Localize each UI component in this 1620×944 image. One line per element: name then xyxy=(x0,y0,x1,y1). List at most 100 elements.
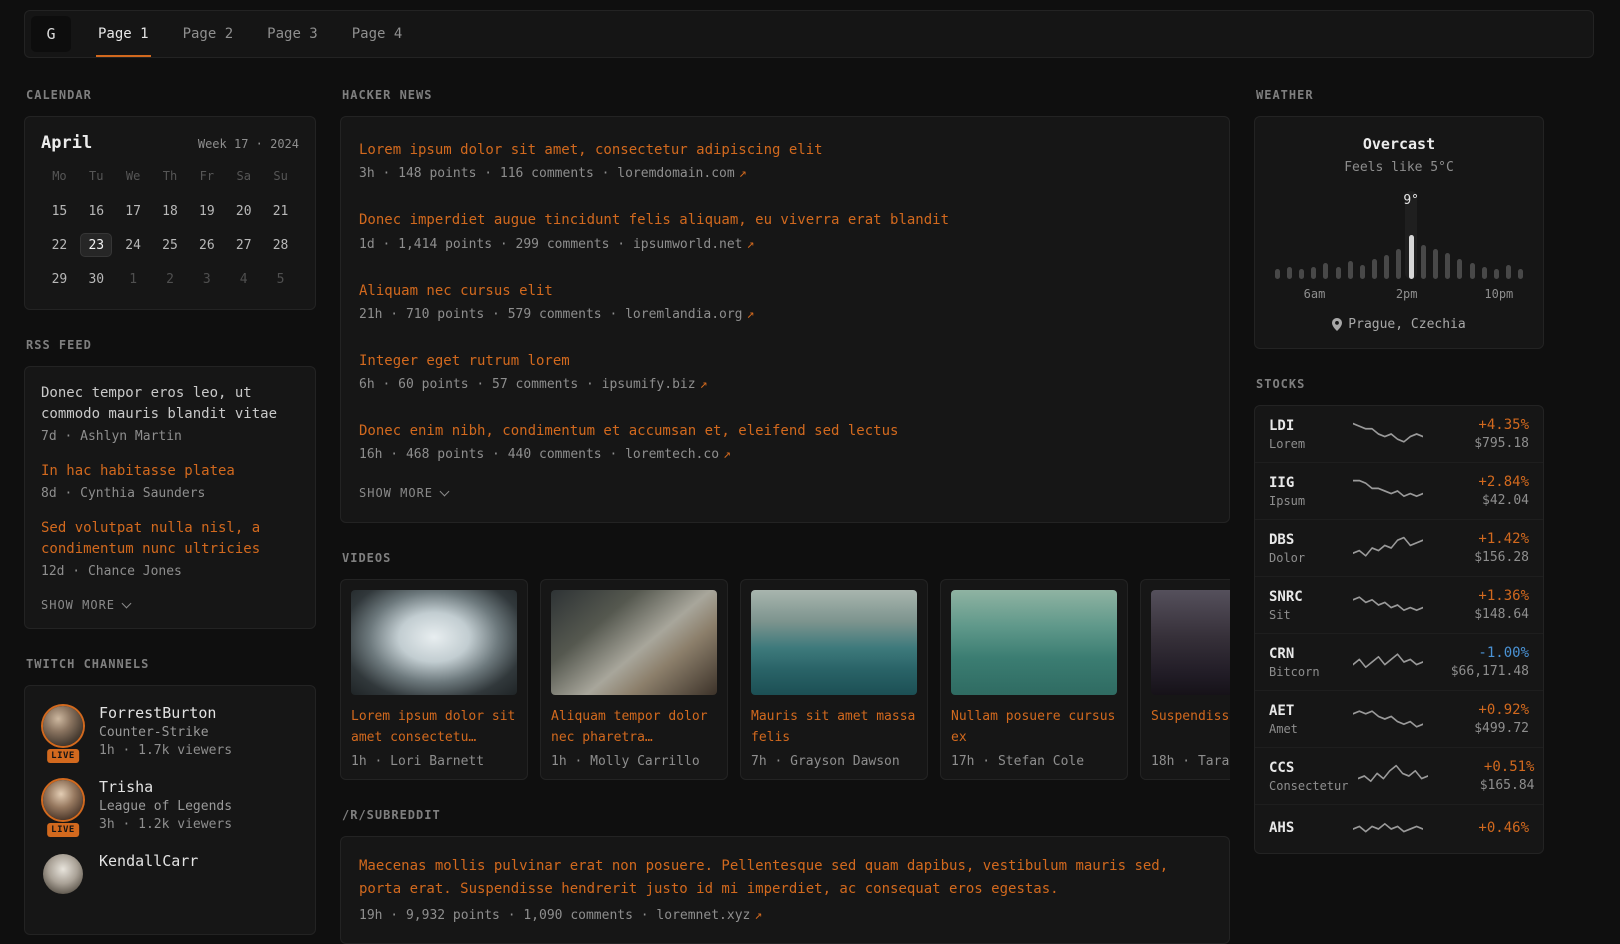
hn-headline-link[interactable]: Aliquam nec cursus elit xyxy=(359,281,1211,301)
video-thumbnail[interactable] xyxy=(1151,590,1230,695)
video-card[interactable]: Mauris sit amet massa felis 7h · Grayson… xyxy=(740,579,928,780)
chevron-down-icon xyxy=(440,487,450,497)
video-meta: 1h · Molly Carrillo xyxy=(551,754,717,769)
video-thumbnail[interactable] xyxy=(951,590,1117,695)
hn-headline-link[interactable]: Donec enim nibh, condimentum et accumsan… xyxy=(359,421,1211,441)
calendar-day[interactable]: 30 xyxy=(80,267,112,291)
weather-bar-column xyxy=(1490,191,1502,279)
hn-headline-link[interactable]: Lorem ipsum dolor sit amet, consectetur … xyxy=(359,140,1211,160)
page-tab[interactable]: Page 4 xyxy=(335,11,420,57)
videos-widget-title: VIDEOS xyxy=(342,551,1230,565)
calendar-day[interactable]: 20 xyxy=(228,199,260,223)
calendar-day[interactable]: 23 xyxy=(80,233,112,257)
calendar-day[interactable]: 16 xyxy=(80,199,112,223)
stock-row[interactable]: AHS +0.46% xyxy=(1255,804,1543,853)
post-domain-link[interactable]: loremnet.xyz↗ xyxy=(656,908,762,923)
video-title-link[interactable]: Lorem ipsum dolor sit amet consectetu… xyxy=(351,707,517,747)
calendar-day[interactable]: 4 xyxy=(228,267,260,291)
channel-name[interactable]: Trisha xyxy=(99,778,232,796)
page-tab[interactable]: Page 1 xyxy=(81,11,166,57)
calendar-day[interactable]: 22 xyxy=(43,233,75,257)
rss-widget-title: RSS FEED xyxy=(26,338,316,352)
calendar-day[interactable]: 5 xyxy=(265,267,297,291)
rss-show-more-button[interactable]: SHOW MORE xyxy=(41,596,130,614)
calendar-day[interactable]: 19 xyxy=(191,199,223,223)
app-logo[interactable]: G xyxy=(31,16,71,52)
stock-price: $148.64 xyxy=(1433,607,1529,622)
calendar-day[interactable]: 18 xyxy=(154,199,186,223)
video-thumbnail[interactable] xyxy=(351,590,517,695)
calendar-day[interactable]: 21 xyxy=(265,199,297,223)
post-headline-link[interactable]: Maecenas mollis pulvinar erat non posuer… xyxy=(359,855,1211,900)
video-card[interactable]: Nullam posuere cursus ex 17h · Stefan Co… xyxy=(940,579,1128,780)
calendar-day[interactable]: 24 xyxy=(117,233,149,257)
calendar-day[interactable]: 2 xyxy=(154,267,186,291)
calendar-day[interactable]: 17 xyxy=(117,199,149,223)
video-title-link[interactable]: Nullam posuere cursus ex xyxy=(951,707,1117,747)
calendar-day[interactable]: 27 xyxy=(228,233,260,257)
hn-domain-link[interactable]: ipsumworld.net↗ xyxy=(633,237,754,252)
live-badge: LIVE xyxy=(47,749,79,763)
video-title-link[interactable]: Suspendisse diam xyxy=(1151,707,1230,747)
calendar-widget: CALENDAR April Week 17 · 2024 MoTuWeThFr… xyxy=(24,88,316,310)
hackernews-show-more-button[interactable]: SHOW MORE xyxy=(359,484,448,502)
twitch-channel-row[interactable]: LIVE Trisha League of Legends 3h · 1.2k … xyxy=(41,778,299,832)
calendar-day[interactable]: 15 xyxy=(43,199,75,223)
calendar-day[interactable]: 29 xyxy=(43,267,75,291)
hn-domain-link[interactable]: loremdomain.com↗ xyxy=(617,166,746,181)
weather-bar-column xyxy=(1478,191,1490,279)
weather-bar xyxy=(1433,249,1438,279)
video-title-link[interactable]: Mauris sit amet massa felis xyxy=(751,707,917,747)
weather-card: Overcast Feels like 5°C 9° xyxy=(1254,116,1544,349)
video-card[interactable]: Suspendisse diam 18h · Tara xyxy=(1140,579,1230,780)
weather-time-label: 10pm xyxy=(1484,287,1513,301)
hn-domain-link[interactable]: loremlandia.org↗ xyxy=(625,307,754,322)
stock-values: +1.36% $148.64 xyxy=(1433,588,1529,622)
twitch-channel-row[interactable]: KendallCarr xyxy=(41,852,299,896)
hn-headline-link[interactable]: Donec imperdiet augue tincidunt felis al… xyxy=(359,210,1211,230)
rss-widget: RSS FEED Donec tempor eros leo, ut commo… xyxy=(24,338,316,629)
stock-row[interactable]: CCS Consectetur +0.51% $165.84 xyxy=(1255,747,1543,804)
video-thumbnail[interactable] xyxy=(551,590,717,695)
page-tab[interactable]: Page 3 xyxy=(250,11,335,57)
subreddit-widget-title: /R/SUBREDDIT xyxy=(342,808,1230,822)
stock-row[interactable]: CRN Bitcorn -1.00% $66,171.48 xyxy=(1255,633,1543,690)
calendar-day[interactable]: 26 xyxy=(191,233,223,257)
stock-sparkline xyxy=(1353,706,1423,732)
calendar-day[interactable]: 3 xyxy=(191,267,223,291)
page-tab[interactable]: Page 2 xyxy=(166,11,251,57)
twitch-channel-row[interactable]: LIVE ForrestBurton Counter-Strike 1h · 1… xyxy=(41,704,299,758)
calendar-day[interactable]: 28 xyxy=(265,233,297,257)
calendar-month: April xyxy=(41,133,92,153)
video-thumbnail[interactable] xyxy=(751,590,917,695)
hn-domain-link[interactable]: ipsumify.biz↗ xyxy=(602,377,708,392)
stock-values: +1.42% $156.28 xyxy=(1433,531,1529,565)
rss-headline-link[interactable]: Sed volutpat nulla nisl, a condimentum n… xyxy=(41,518,299,560)
video-title-link[interactable]: Aliquam tempor dolor nec pharetra… xyxy=(551,707,717,747)
calendar-day[interactable]: 1 xyxy=(117,267,149,291)
stock-row[interactable]: IIG Ipsum +2.84% $42.04 xyxy=(1255,462,1543,519)
hn-meta-text: 1d · 1,414 points · 299 comments · xyxy=(359,237,633,252)
stock-row[interactable]: LDI Lorem +4.35% $795.18 xyxy=(1255,406,1543,462)
video-card[interactable]: Lorem ipsum dolor sit amet consectetu… 1… xyxy=(340,579,528,780)
hn-domain-link[interactable]: loremtech.co↗ xyxy=(625,447,731,462)
stock-price: $499.72 xyxy=(1433,721,1529,736)
calendar-day[interactable]: 25 xyxy=(154,233,186,257)
stock-values: -1.00% $66,171.48 xyxy=(1433,645,1529,679)
weather-feels-like: Feels like 5°C xyxy=(1271,160,1527,175)
stock-row[interactable]: DBS Dolor +1.42% $156.28 xyxy=(1255,519,1543,576)
chevron-down-icon xyxy=(122,599,132,609)
channel-name[interactable]: ForrestBurton xyxy=(99,704,232,722)
stock-row[interactable]: SNRC Sit +1.36% $148.64 xyxy=(1255,576,1543,633)
video-card[interactable]: Aliquam tempor dolor nec pharetra… 1h · … xyxy=(540,579,728,780)
hn-headline-link[interactable]: Integer eget rutrum lorem xyxy=(359,351,1211,371)
rss-headline-link[interactable]: In hac habitasse platea xyxy=(41,461,299,482)
channel-name[interactable]: KendallCarr xyxy=(99,852,198,870)
show-more-label: SHOW MORE xyxy=(359,486,433,500)
hn-domain-text: ipsumify.biz xyxy=(602,377,696,392)
stock-row[interactable]: AET Amet +0.92% $499.72 xyxy=(1255,690,1543,747)
stock-sparkline xyxy=(1353,592,1423,618)
top-bar: G Page 1Page 2Page 3Page 4 xyxy=(24,10,1594,58)
rss-headline-link[interactable]: Donec tempor eros leo, ut commodo mauris… xyxy=(41,383,299,425)
hn-meta: 6h · 60 points · 57 comments · ipsumify.… xyxy=(359,377,1211,392)
